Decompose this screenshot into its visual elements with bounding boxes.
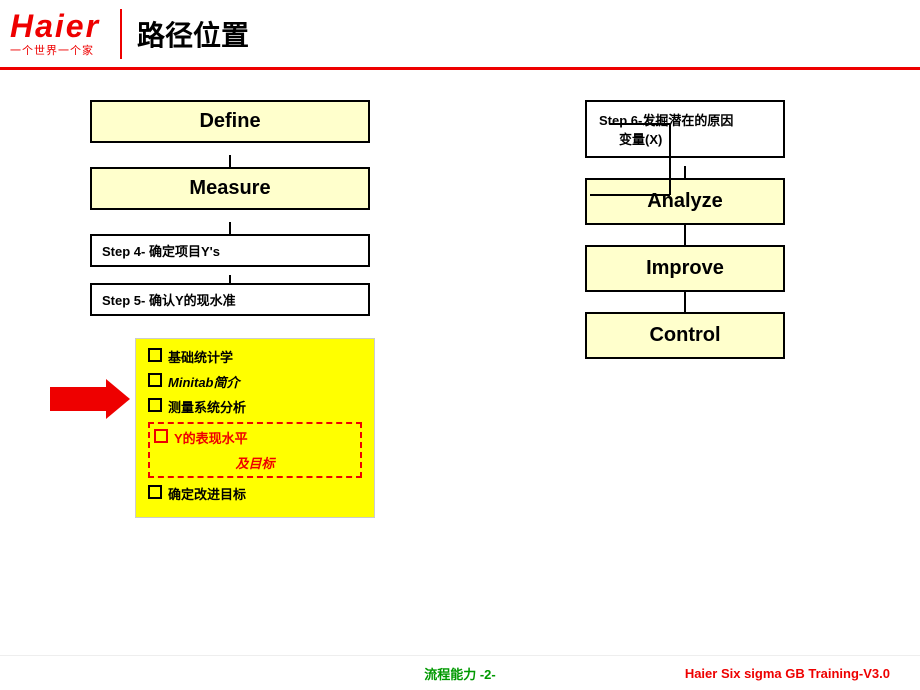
control-box: Control	[585, 312, 785, 359]
improve-box: Improve	[585, 245, 785, 292]
detail-item-5: 确定改进目标	[148, 484, 362, 503]
dashed-highlight-box: Y的表现水平 及目标	[148, 422, 362, 478]
header: Haier 一个世界一个家 路径位置	[0, 0, 920, 70]
detail-box: 基础统计学 Minitab简介 测量系统分析 Y的表现水平 及目标	[135, 338, 375, 518]
logo-tagline: 一个世界一个家	[10, 42, 94, 58]
connector-line-1	[229, 155, 231, 167]
detail-item-2: Minitab简介	[148, 372, 362, 391]
footer: 流程能力 -2- Haier Six sigma GB Training-V3.…	[0, 655, 920, 690]
red-arrow	[50, 379, 130, 424]
connector-line-r1	[684, 166, 686, 178]
step5-box: Step 5- 确认Y的现水准	[90, 283, 370, 316]
connector-line-r3	[684, 292, 686, 312]
right-column: Step 6-发掘潜在的原因 变量(X) Analyze Improve Con…	[450, 90, 890, 635]
step4-box: Step 4- 确定项目Y's	[90, 234, 370, 267]
checkbox-1	[148, 348, 162, 362]
footer-right-text: Haier Six sigma GB Training-V3.0	[685, 666, 890, 681]
checkbox-2	[148, 373, 162, 387]
detail-item-3: 测量系统分析	[148, 397, 362, 416]
header-divider	[120, 9, 122, 59]
page-title: 路径位置	[137, 14, 249, 54]
analyze-box: Analyze	[585, 178, 785, 225]
checkbox-4	[154, 429, 168, 443]
logo-area: Haier 一个世界一个家	[10, 10, 100, 58]
continuation-text: 及目标	[154, 453, 356, 472]
step6-box: Step 6-发掘潜在的原因 变量(X)	[585, 100, 785, 158]
logo-haier: Haier	[10, 10, 100, 42]
footer-center-text: 流程能力 -2-	[424, 664, 496, 683]
connector-line-3	[229, 275, 231, 283]
connector-line-r2	[684, 225, 686, 245]
define-box: Define	[90, 100, 370, 143]
left-column: Define Measure Step 4- 确定项目Y's Step 5- 确…	[30, 90, 450, 635]
main-content: Define Measure Step 4- 确定项目Y's Step 5- 确…	[0, 70, 920, 655]
checkbox-5	[148, 485, 162, 499]
detail-item-1: 基础统计学	[148, 347, 362, 366]
connector-line-2	[229, 222, 231, 234]
checkbox-3	[148, 398, 162, 412]
detail-item-4: Y的表现水平	[154, 428, 356, 447]
measure-box: Measure	[90, 167, 370, 210]
